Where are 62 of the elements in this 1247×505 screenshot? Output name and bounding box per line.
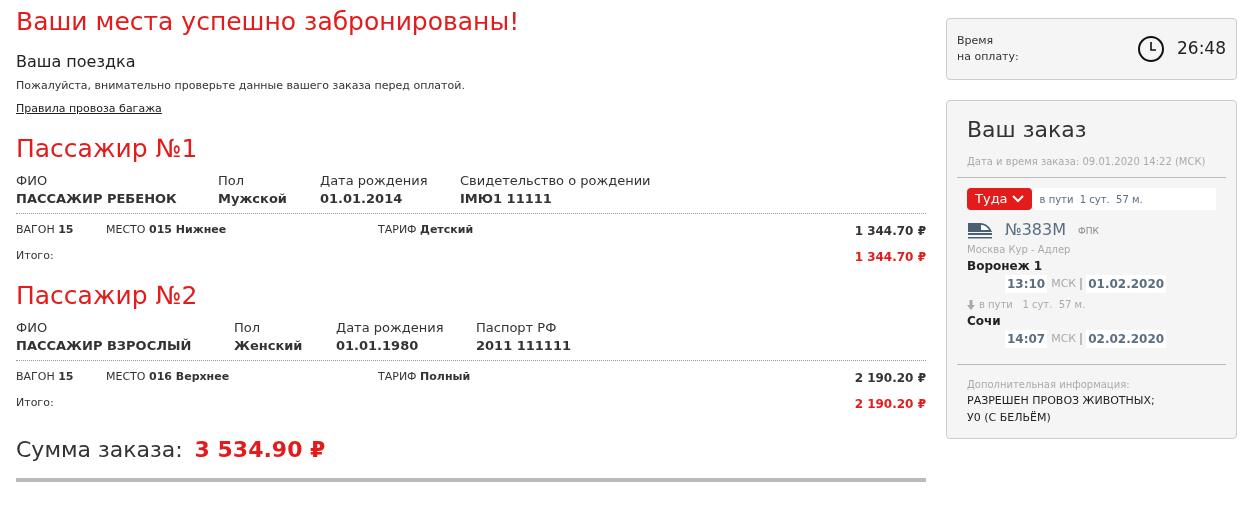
total-price: 2 190.20 ₽ [854,395,926,413]
order-title: Ваш заказ [966,116,1088,144]
field-label: Дата рождения [320,172,429,189]
seat-text: МЕСТО 016 Верхнее [106,369,231,386]
seat-text: МЕСТО 015 Нижнее [106,222,228,239]
time: 13:10 [1005,275,1048,293]
carrier: ФПК [1078,225,1099,239]
field-label: Паспорт РФ [476,319,558,336]
baggage-link[interactable]: Правила провоза багажа [16,101,162,115]
order-sum-value: 3 534.90 ₽ [194,435,326,464]
field-value: 01.01.1980 [336,336,420,355]
timer-value: 26:48 [1177,37,1226,61]
date: 01.02.2020 [1086,275,1167,293]
trip-note: Пожалуйста, внимательно проверьте данные вашего заказа перед оплатой. [16,78,466,94]
order-sum-label: Сумма заказа: [16,435,183,464]
station-name: Воронеж 1 [967,258,1044,275]
direction-button[interactable]: Туда [967,188,1032,210]
timer-label: на оплату: [957,49,1019,65]
extra-info-line: РАЗРЕШЕН ПРОВОЗ ЖИВОТНЫХ; [967,393,1156,409]
total-price: 1 344.70 ₽ [854,248,926,266]
tariff-text: ТАРИФ Полный [378,369,471,386]
extra-info-line: У0 (С БЕЛЬЁМ) [967,410,1052,426]
field-value: Женский [234,336,304,355]
train-number: №383М [1005,219,1066,241]
total-label: Итого: [16,395,54,412]
trip-heading: Ваша поездка [16,51,137,73]
duration: в пути 1 сут. 57 м. [979,298,1086,312]
extra-info-label: Дополнительная информация: [967,378,1131,392]
station-name: Сочи [967,313,1002,330]
field-label: ФИО [16,319,49,336]
timezone: МСК [1051,330,1077,347]
field-label: Дата рождения [336,319,445,336]
field-value: 01.01.2014 [320,189,404,208]
field-label: Пол [234,319,262,336]
field-value: Мужской [218,189,288,208]
chevron-down-icon [1011,195,1024,203]
price: 1 344.70 ₽ [854,222,926,240]
time: 14:07 [1005,330,1048,348]
order-date: Дата и время заказа: 09.01.2020 14:22 (МСК) [966,155,1207,169]
page-title: Ваши места успешно забронированы! [16,6,521,38]
field-value: IМЮ1 11111 [460,189,553,208]
date: 02.02.2020 [1086,330,1167,348]
route: Москва Кур - Адлер [967,243,1072,257]
train-icon [967,220,993,240]
wagon-text: ВАГОН 15 [16,369,75,386]
total-label: Итого: [16,248,54,265]
field-value: ПАССАЖИР ВЗРОСЛЫЙ [16,336,193,355]
passenger-title: Пассажир №1 [16,132,199,165]
passenger-title: Пассажир №2 [16,279,199,312]
arrow-down-icon [967,299,975,310]
field-value: 2011 111111 [476,336,571,355]
price: 2 190.20 ₽ [854,369,926,387]
timer-label: Время [957,33,995,49]
clock-icon [1137,35,1165,63]
field-label: Свидетельство о рождении [460,172,651,189]
tariff-text: ТАРИФ Детский [378,222,474,239]
wagon-text: ВАГОН 15 [16,222,75,239]
travel-time: в пути 1 сут. 57 м. [1039,192,1143,207]
field-label: ФИО [16,172,49,189]
field-label: Пол [218,172,246,189]
timezone: МСК [1051,275,1077,292]
field-value: ПАССАЖИР РЕБЕНОК [16,189,178,208]
